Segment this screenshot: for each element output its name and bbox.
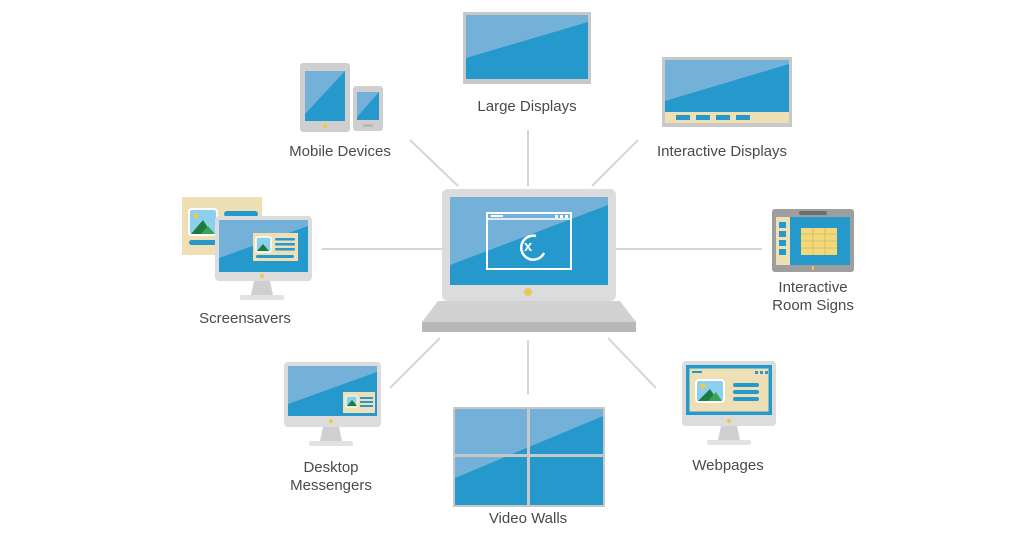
svg-text:x: x <box>524 238 533 255</box>
laptop-app-window-icon: x <box>422 189 636 332</box>
room-sign-icon <box>772 209 854 272</box>
interactive-display-icon <box>662 57 792 127</box>
screensaver-icon <box>182 197 312 300</box>
label-desktop-messengers: Desktop Messengers <box>290 459 372 494</box>
connector-webpages <box>607 337 657 389</box>
label-mobile-devices: Mobile Devices <box>289 143 391 160</box>
connector-interactive-displays <box>591 139 639 187</box>
connector-desktop-messengers <box>389 337 441 389</box>
webpage-monitor-icon <box>682 361 776 445</box>
connector-mobile-devices <box>409 139 459 187</box>
label-interactive-room-signs: Interactive Room Signs <box>772 279 854 314</box>
label-webpages: Webpages <box>692 457 764 474</box>
label-video-walls: Video Walls <box>488 510 568 527</box>
label-large-displays: Large Displays <box>477 98 577 115</box>
label-screensavers: Screensavers <box>199 310 291 327</box>
label-interactive-displays: Interactive Displays <box>656 143 788 160</box>
video-wall-icon <box>453 407 605 507</box>
mobile-devices-icon <box>300 63 383 132</box>
desktop-messenger-icon <box>284 362 381 446</box>
large-display-icon <box>463 12 591 84</box>
hub-diagram: x <box>182 12 854 507</box>
